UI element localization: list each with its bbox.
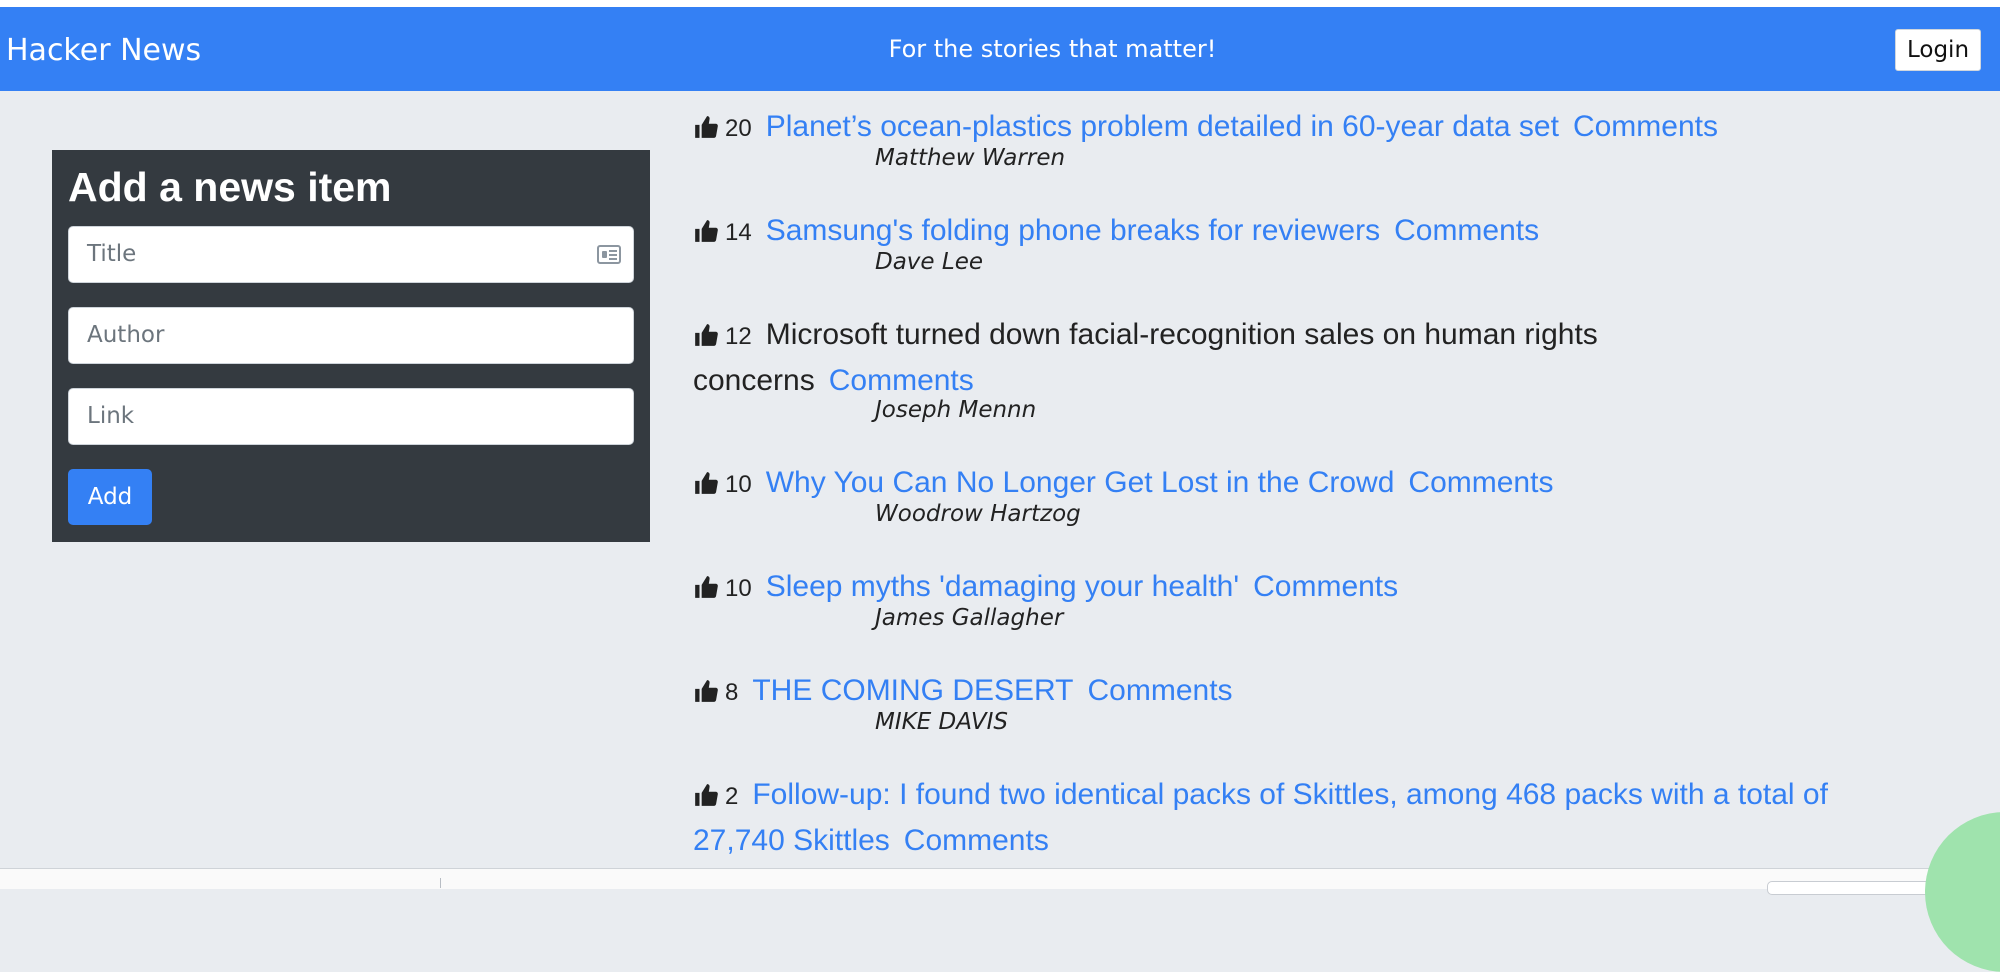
author-input[interactable]: Author xyxy=(68,307,634,364)
news-author: Dave Lee xyxy=(875,249,983,275)
thumbs-up-icon[interactable] xyxy=(693,218,719,244)
vote-count: 10 xyxy=(725,471,752,498)
thumbs-up-icon[interactable] xyxy=(693,782,719,808)
floating-action-bubble[interactable] xyxy=(1925,812,2000,972)
author-placeholder: Author xyxy=(87,322,165,348)
comments-link[interactable]: Comments xyxy=(1394,214,1539,247)
comments-link[interactable]: Comments xyxy=(829,364,974,397)
comments-link[interactable]: Comments xyxy=(1573,110,1718,143)
news-item: 10 Sleep myths 'damaging your health' Comm… xyxy=(693,565,1983,631)
bottom-divider xyxy=(440,878,441,888)
news-item: 10 Why You Can No Longer Get Lost in the … xyxy=(693,461,1983,527)
news-title-link[interactable]: Why You Can No Longer Get Lost in the Cr… xyxy=(766,466,1395,499)
news-title-link[interactable]: Planet’s ocean-plastics problem detailed… xyxy=(766,110,1559,143)
vote-count: 20 xyxy=(725,115,752,142)
thumbs-up-icon[interactable] xyxy=(693,114,719,140)
thumbs-up-icon[interactable] xyxy=(693,678,719,704)
comments-link[interactable]: Comments xyxy=(904,824,1049,857)
news-item: 2 Follow-up: I found two identical packs … xyxy=(693,773,1883,863)
bottom-input-box[interactable] xyxy=(1767,881,1939,895)
comments-link[interactable]: Comments xyxy=(1408,466,1553,499)
vote-count: 12 xyxy=(725,323,752,350)
add-news-form: Add a news item Title Author Link Add xyxy=(52,150,650,542)
news-title-link[interactable]: THE COMING DESERT xyxy=(752,674,1073,707)
news-item: 8 THE COMING DESERT Comments MIKE DAVIS xyxy=(693,669,1983,735)
news-author: Woodrow Hartzog xyxy=(875,501,1081,527)
news-title-link[interactable]: Samsung's folding phone breaks for revie… xyxy=(766,214,1380,247)
thumbs-up-icon[interactable] xyxy=(693,470,719,496)
comments-link[interactable]: Comments xyxy=(1088,674,1233,707)
comments-link[interactable]: Comments xyxy=(1253,570,1398,603)
news-author: MIKE DAVIS xyxy=(875,709,1008,735)
add-button[interactable]: Add xyxy=(68,469,152,525)
top-strip xyxy=(0,0,2000,7)
tagline: For the stories that matter! xyxy=(888,35,1217,63)
vote-count: 8 xyxy=(725,679,739,706)
title-placeholder: Title xyxy=(87,241,137,267)
vote-count: 2 xyxy=(725,783,739,810)
title-input[interactable]: Title xyxy=(68,226,634,283)
news-author: Joseph Mennn xyxy=(875,397,1037,423)
link-input[interactable]: Link xyxy=(68,388,634,445)
news-title-link[interactable]: Sleep myths 'damaging your health' xyxy=(766,570,1239,603)
news-item: 14 Samsung's folding phone breaks for rev… xyxy=(693,209,1983,275)
login-button[interactable]: Login xyxy=(1895,29,1981,71)
news-author: James Gallagher xyxy=(875,605,1064,631)
id-card-icon xyxy=(597,245,621,264)
form-heading: Add a news item xyxy=(68,164,392,210)
vote-count: 14 xyxy=(725,219,752,246)
vote-count: 10 xyxy=(725,575,752,602)
thumbs-up-icon[interactable] xyxy=(693,574,719,600)
news-author: Matthew Warren xyxy=(875,145,1066,171)
thumbs-up-icon[interactable] xyxy=(693,322,719,348)
news-item: 12 Microsoft turned down facial-recogniti… xyxy=(693,313,1693,423)
link-placeholder: Link xyxy=(87,403,135,429)
news-item: 20 Planet’s ocean-plastics problem detail… xyxy=(693,105,1983,171)
navbar: Hacker News For the stories that matter!… xyxy=(0,7,2000,91)
browser-bottom-bar xyxy=(0,868,2000,889)
news-title-link[interactable]: Follow-up: I found two identical packs o… xyxy=(693,778,1828,857)
